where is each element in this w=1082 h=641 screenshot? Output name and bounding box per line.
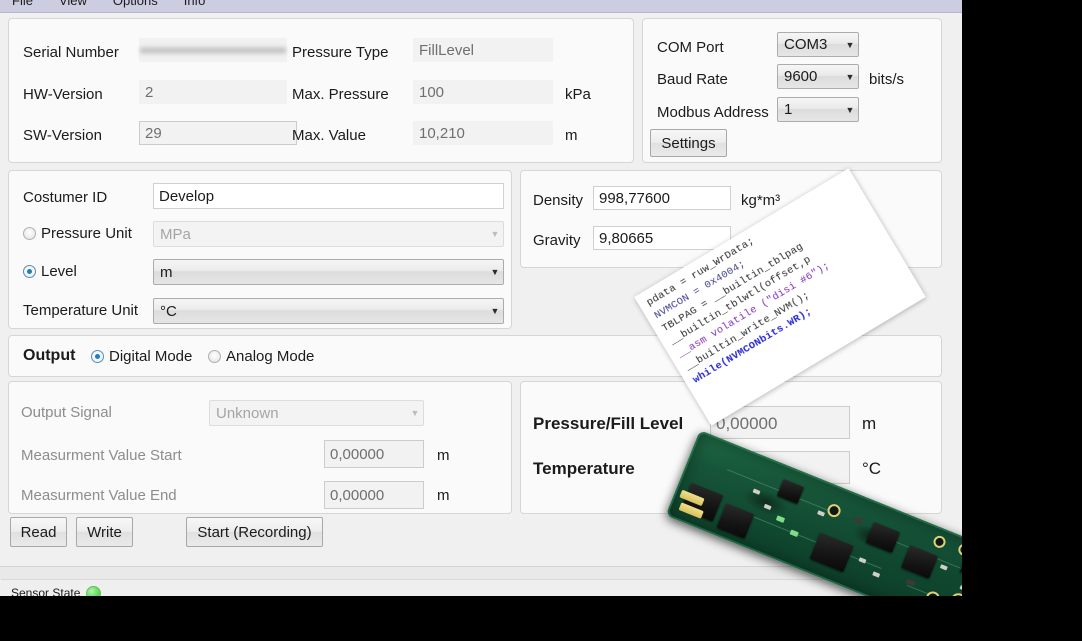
density-field[interactable]: 998,77600	[593, 186, 731, 210]
pressure-unit-label: Pressure Unit	[41, 225, 132, 242]
serial-number-field[interactable]	[139, 38, 287, 62]
output-signal-group: Output Signal Unknown ▼ Measurment Value…	[8, 381, 512, 514]
output-title: Output	[23, 347, 76, 364]
temperature-unit-value: °C	[160, 302, 177, 320]
baud-rate-value: 9600	[784, 68, 818, 85]
sw-version-field[interactable]: 29	[139, 121, 297, 145]
radio-dot-icon	[91, 350, 104, 363]
com-port-label: COM Port	[657, 39, 724, 56]
screen-root: File View Options Info Serial Number HW-…	[0, 0, 1082, 641]
menu-item-options[interactable]: Options	[111, 0, 160, 8]
digital-mode-radio[interactable]: Digital Mode	[91, 348, 192, 365]
pressure-unit-value: MPa	[160, 225, 191, 243]
temperature-unit-label: Temperature Unit	[23, 302, 139, 319]
pressure-type-label: Pressure Type	[292, 44, 389, 61]
menu-item-file[interactable]: File	[10, 0, 35, 8]
measurement-end-field[interactable]: 0,00000	[324, 481, 424, 509]
chevron-down-icon: ▼	[490, 267, 500, 277]
chevron-down-icon: ▼	[845, 71, 855, 82]
write-button[interactable]: Write	[76, 517, 133, 547]
measurement-start-label: Measurment Value Start	[21, 447, 182, 464]
start-recording-button[interactable]: Start (Recording)	[186, 517, 323, 547]
menu-item-info[interactable]: Info	[182, 0, 208, 8]
level-unit-value: m	[160, 263, 173, 281]
radio-dot-icon	[23, 227, 36, 240]
pressure-unit-radio[interactable]: Pressure Unit	[23, 225, 132, 242]
com-port-value: COM3	[784, 36, 828, 53]
max-pressure-unit: kPa	[565, 86, 591, 103]
measurement-end-unit: m	[437, 487, 450, 504]
modbus-address-label: Modbus Address	[657, 104, 769, 121]
max-value-unit: m	[565, 127, 578, 144]
analog-mode-label: Analog Mode	[226, 348, 315, 365]
gravity-field[interactable]: 9,80665	[593, 226, 731, 250]
settings-button[interactable]: Settings	[650, 129, 727, 157]
pressure-fill-level-label: Pressure/Fill Level	[533, 414, 684, 433]
chevron-down-icon: ▼	[490, 306, 500, 316]
max-pressure-label: Max. Pressure	[292, 86, 389, 103]
customer-id-label: Costumer ID	[23, 189, 108, 206]
radio-dot-icon	[23, 265, 36, 278]
temperature-unit-select[interactable]: °C ▼	[153, 298, 504, 324]
chevron-down-icon: ▼	[410, 408, 420, 418]
density-unit: kg*m³	[741, 192, 781, 209]
analog-mode-radio[interactable]: Analog Mode	[208, 348, 314, 365]
baud-rate-select[interactable]: 9600 ▼	[777, 64, 859, 89]
output-signal-label: Output Signal	[21, 404, 112, 421]
measurement-start-unit: m	[437, 447, 450, 464]
level-unit-select[interactable]: m ▼	[153, 259, 504, 285]
chevron-down-icon: ▼	[845, 104, 855, 115]
background-right	[962, 0, 1082, 641]
configuration-group: Costumer ID Develop Pressure Unit MPa ▼ …	[8, 170, 512, 329]
max-pressure-field[interactable]: 100	[413, 80, 553, 104]
radio-dot-icon	[208, 350, 221, 363]
background-bottom	[0, 596, 1082, 641]
modbus-address-select[interactable]: 1 ▼	[777, 97, 859, 122]
modbus-address-value: 1	[784, 101, 793, 118]
customer-id-field[interactable]: Develop	[153, 183, 504, 209]
baud-rate-unit: bits/s	[869, 71, 905, 88]
serial-number-label: Serial Number	[23, 44, 119, 61]
read-button[interactable]: Read	[10, 517, 67, 547]
level-radio[interactable]: Level	[23, 263, 77, 280]
baud-rate-label: Baud Rate	[657, 71, 728, 88]
hw-version-label: HW-Version	[23, 86, 103, 103]
pressure-type-field[interactable]: FillLevel	[413, 38, 553, 62]
sw-version-label: SW-Version	[23, 127, 102, 144]
chevron-down-icon: ▼	[490, 229, 500, 239]
measurement-start-field[interactable]: 0,00000	[324, 440, 424, 468]
temperature-label: Temperature	[533, 459, 635, 478]
temperature-unit-readout: °C	[862, 459, 882, 478]
output-signal-select[interactable]: Unknown ▼	[209, 400, 424, 426]
com-port-select[interactable]: COM3 ▼	[777, 32, 859, 57]
max-value-label: Max. Value	[292, 127, 366, 144]
hw-version-field[interactable]: 2	[139, 80, 287, 104]
level-label: Level	[41, 263, 77, 280]
pressure-fill-level-unit: m	[862, 414, 877, 433]
gravity-label: Gravity	[533, 232, 581, 249]
density-label: Density	[533, 192, 584, 209]
measurement-end-label: Measurment Value End	[21, 487, 177, 504]
connection-group: COM Port COM3 ▼ Baud Rate 9600 ▼ bits/s …	[642, 18, 942, 163]
chevron-down-icon: ▼	[845, 39, 855, 50]
max-value-field[interactable]: 10,210	[413, 121, 553, 145]
pressure-unit-select[interactable]: MPa ▼	[153, 221, 504, 247]
output-signal-value: Unknown	[216, 404, 279, 422]
device-info-group: Serial Number HW-Version 2 SW-Version 29…	[8, 18, 634, 163]
menu-item-view[interactable]: View	[57, 0, 89, 8]
menu-bar: File View Options Info	[0, 0, 962, 13]
digital-mode-label: Digital Mode	[109, 348, 193, 365]
